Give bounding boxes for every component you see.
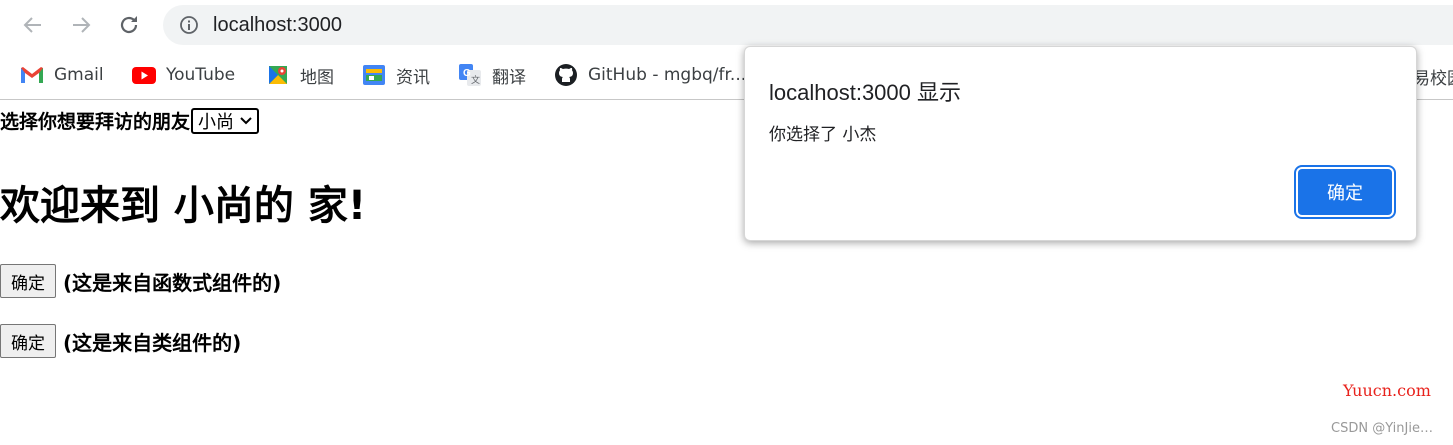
bookmark-news[interactable]: 资讯 <box>362 62 430 88</box>
reload-icon <box>120 16 138 34</box>
bookmark-gmail[interactable]: Gmail <box>20 62 104 88</box>
dialog-title: localhost:3000 显示 <box>769 80 961 105</box>
function-component-row: 确定 (这是来自函数式组件的) <box>0 264 281 298</box>
friend-select-label: 选择你想要拜访的朋友 <box>0 111 191 133</box>
youtube-icon <box>132 63 156 87</box>
friend-select-row: 选择你想要拜访的朋友 小尚 <box>0 107 260 134</box>
maps-icon <box>266 63 290 87</box>
function-component-note: (这是来自函数式组件的) <box>63 270 282 295</box>
class-confirm-button[interactable]: 确定 <box>0 324 56 358</box>
bookmark-youtube[interactable]: YouTube <box>132 62 235 88</box>
page-title: 欢迎来到 小尚的 家! <box>0 183 367 229</box>
bookmark-overflow[interactable]: 易校园 <box>1413 64 1453 89</box>
arrow-right-icon <box>73 17 91 33</box>
arrow-left-icon <box>23 17 41 33</box>
url-text: localhost:3000 <box>213 14 342 36</box>
reload-button[interactable] <box>114 10 144 40</box>
back-button[interactable] <box>18 10 48 40</box>
svg-text:文: 文 <box>471 74 480 86</box>
class-component-row: 确定 (这是来自类组件的) <box>0 324 241 358</box>
chevron-down-icon <box>240 116 252 124</box>
news-icon <box>362 63 386 87</box>
dialog-message: 你选择了 小杰 <box>769 125 877 145</box>
friend-select[interactable]: 小尚 <box>191 107 260 134</box>
friend-select-value: 小尚 <box>198 111 235 133</box>
bookmark-translate[interactable]: G 文 翻译 <box>458 62 526 88</box>
info-icon[interactable] <box>179 15 199 35</box>
address-bar[interactable]: localhost:3000 <box>163 5 1453 45</box>
dialog-ok-button[interactable]: 确定 <box>1298 169 1392 215</box>
github-icon <box>554 63 578 87</box>
browser-toolbar: localhost:3000 <box>0 0 1453 50</box>
translate-icon: G 文 <box>458 63 482 87</box>
watermark: Yuucn.com <box>1343 381 1431 400</box>
gmail-icon <box>20 63 44 87</box>
bookmark-github[interactable]: GitHub - mgbq/fr... <box>554 62 746 88</box>
svg-text:G: G <box>463 68 471 79</box>
credit-text: CSDN @YinJie… <box>1331 421 1433 436</box>
alert-dialog: localhost:3000 显示 你选择了 小杰 确定 <box>744 46 1417 241</box>
forward-button[interactable] <box>66 10 96 40</box>
function-confirm-button[interactable]: 确定 <box>0 264 56 298</box>
bookmark-maps[interactable]: 地图 <box>266 62 334 88</box>
class-component-note: (这是来自类组件的) <box>63 330 242 355</box>
